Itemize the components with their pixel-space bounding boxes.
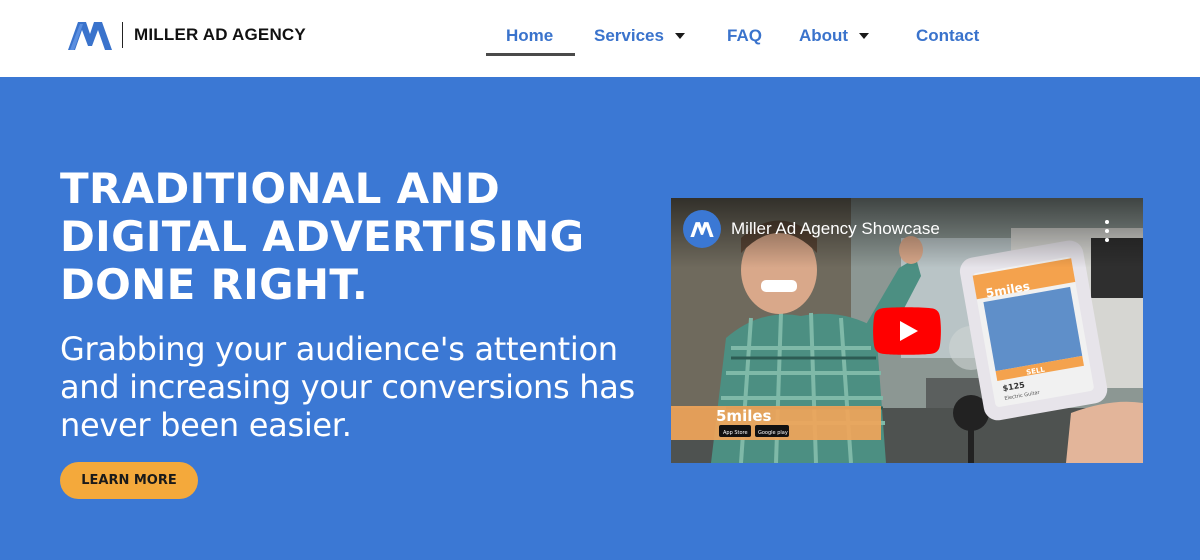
miller-m-logo-icon (68, 22, 112, 50)
nav-contact-label: Contact (916, 26, 980, 45)
learn-more-button[interactable]: LEARN MORE (60, 462, 198, 499)
hero-subtitle-line: and increasing your conversions has (60, 368, 635, 406)
nav-home[interactable]: Home (506, 24, 553, 48)
nav-active-indicator (486, 53, 575, 56)
miller-m-logo-icon (690, 222, 714, 237)
video-overlay-brand: 5miles (716, 407, 772, 425)
video-overlay-appstore: App Store (723, 430, 748, 436)
hero-title-line: TRADITIONAL AND (60, 164, 501, 213)
brand-name: MILLER AD AGENCY (134, 25, 306, 44)
logo-divider (122, 22, 123, 48)
nav-about-label: About (799, 26, 849, 45)
hero-title-line: DONE RIGHT. (60, 260, 369, 309)
hero-title-line: DIGITAL ADVERTISING (60, 212, 585, 261)
video-title[interactable]: Miller Ad Agency Showcase (731, 219, 940, 239)
hero-title: TRADITIONAL AND DIGITAL ADVERTISING DONE… (60, 165, 620, 309)
hero-subtitle-line: never been easier. (60, 406, 352, 444)
more-vertical-icon[interactable] (1101, 220, 1113, 242)
nav-faq-label: FAQ (727, 26, 762, 45)
chevron-down-icon (859, 33, 870, 39)
channel-avatar[interactable] (683, 210, 721, 248)
hero-subtitle: Grabbing your audience's attention and i… (60, 330, 660, 444)
youtube-play-icon[interactable] (873, 307, 941, 355)
video-overlay-googleplay: Google play (758, 430, 788, 436)
chevron-down-icon (674, 33, 685, 39)
hero-subtitle-line: Grabbing your audience's attention (60, 330, 618, 368)
nav-services[interactable]: Services (594, 24, 685, 48)
nav-contact[interactable]: Contact (916, 24, 979, 48)
nav-faq[interactable]: FAQ (727, 24, 762, 48)
nav-about[interactable]: About (799, 24, 870, 48)
nav-home-label: Home (506, 26, 554, 45)
brand-logo[interactable]: MILLER AD AGENCY (66, 18, 306, 52)
video-player[interactable]: 5miles App Store Google play 5miles SELL… (671, 198, 1143, 463)
site-header: MILLER AD AGENCY Home Services FAQ About… (0, 0, 1200, 77)
nav-services-label: Services (594, 26, 664, 45)
